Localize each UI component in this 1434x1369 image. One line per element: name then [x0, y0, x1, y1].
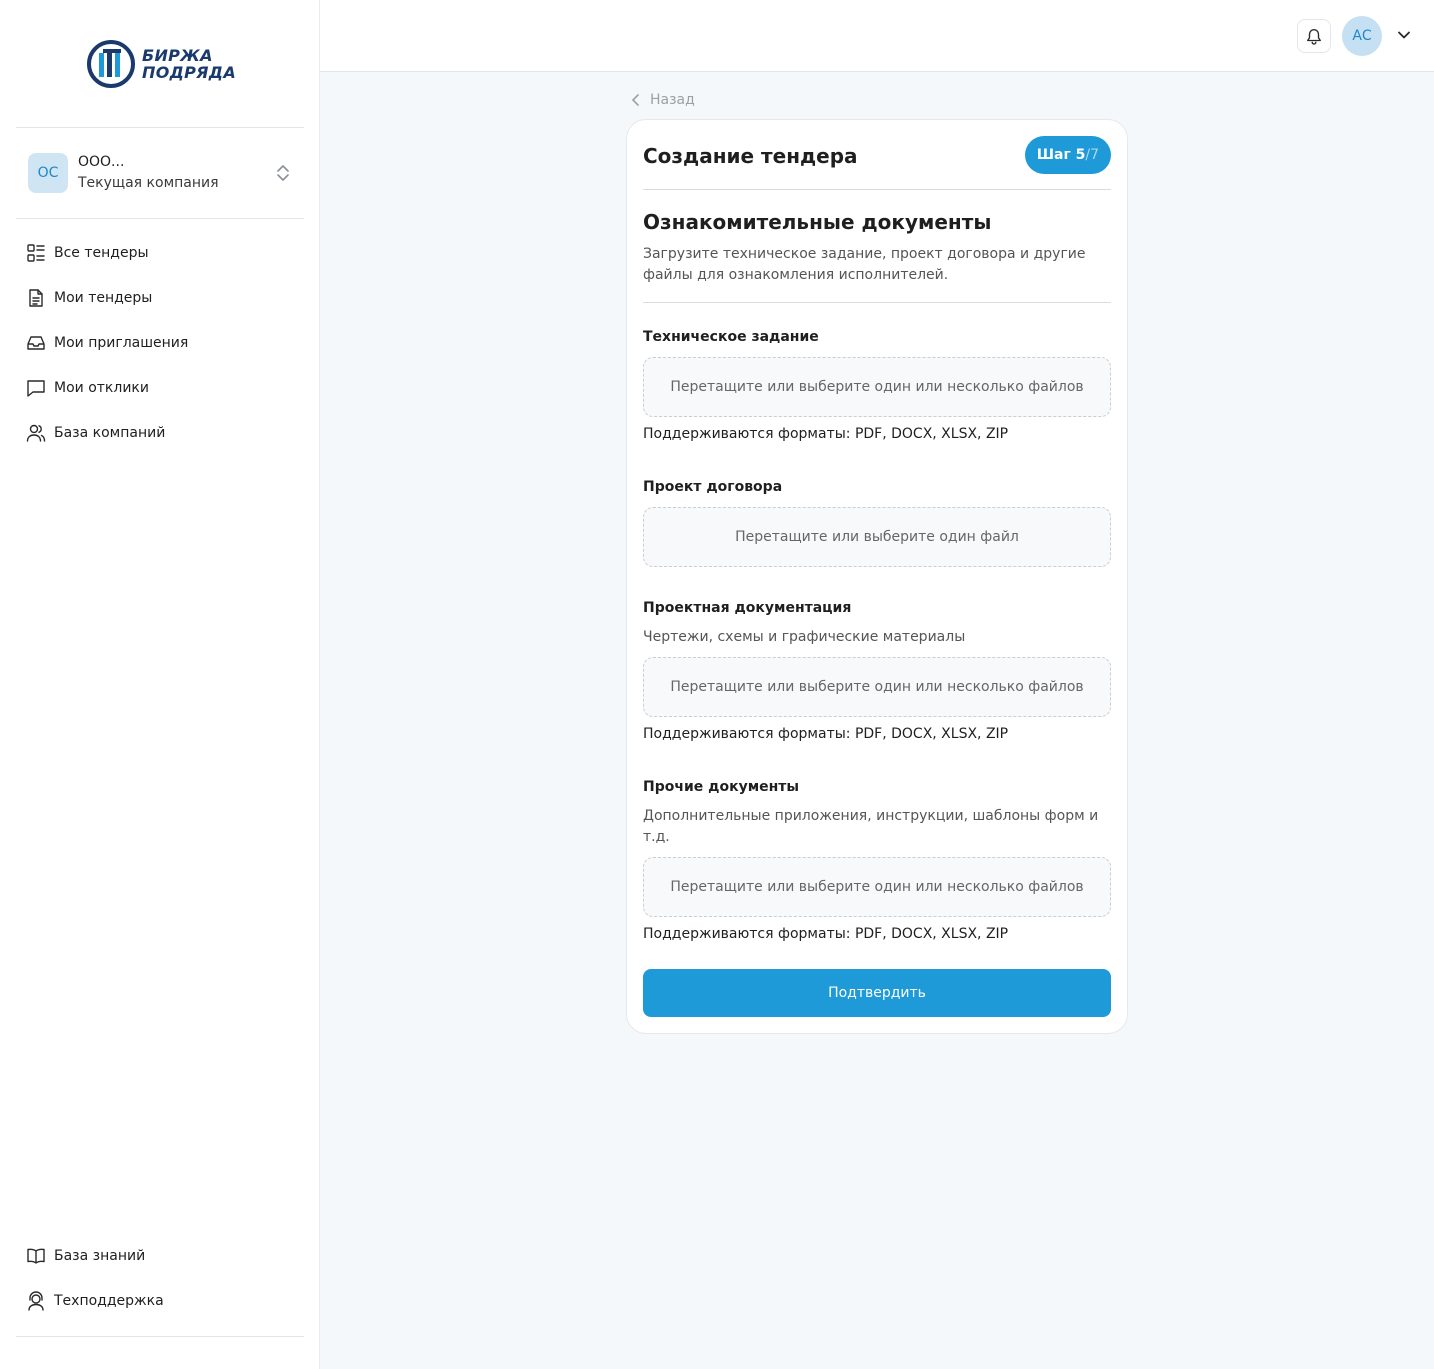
formats-note: Поддерживаются форматы: PDF, DOCX, XLSX,…	[643, 926, 1009, 942]
back-link[interactable]: Назад	[630, 92, 695, 108]
dropzone-contract-draft[interactable]: Перетащите или выберите один файл	[643, 507, 1111, 567]
sidebar-item-label: Все тендеры	[54, 244, 149, 261]
sidebar-item-all-tenders[interactable]: Все тендеры	[16, 230, 304, 275]
field-hint-project-docs: Чертежи, схемы и графические материалы	[643, 629, 966, 645]
book-icon	[27, 1248, 45, 1264]
section-description: Загрузите техническое задание, проект до…	[643, 246, 1086, 283]
tender-form-card: Создание тендера Шаг 5/7 Ознакомительные…	[626, 119, 1128, 1034]
back-label: Назад	[650, 92, 695, 108]
sidebar-nav: Все тендеры Мои тендеры Мои приглашения …	[16, 230, 304, 455]
sidebar-item-my-responses[interactable]: Мои отклики	[16, 365, 304, 410]
formats-note: Поддерживаются форматы: PDF, DOCX, XLSX,…	[643, 426, 1009, 442]
formats-note: Поддерживаются форматы: PDF, DOCX, XLSX,…	[643, 726, 1009, 742]
sidebar-item-label: Мои тендеры	[54, 289, 153, 306]
card-divider	[643, 302, 1111, 303]
company-subtitle: Текущая компания	[78, 175, 219, 191]
sidebar-item-label: Техподдержка	[54, 1292, 164, 1309]
card-divider	[643, 189, 1111, 190]
chevron-left-icon	[632, 94, 639, 106]
field-label-other-docs: Прочие документы	[643, 779, 800, 795]
sidebar-item-companies[interactable]: База компаний	[16, 410, 304, 455]
field-hint-other-docs: Дополнительные приложения, инструкции, ш…	[643, 808, 1099, 845]
sidebar-bottom-nav: База знаний Техподдержка	[16, 1233, 304, 1323]
chevron-up-down-icon	[277, 165, 289, 181]
sidebar-divider	[16, 127, 304, 128]
document-icon	[29, 288, 43, 307]
sidebar-item-label: Мои отклики	[54, 379, 149, 396]
logo-text: БИРЖА ПОДРЯДА	[142, 47, 236, 81]
sidebar-item-label: Мои приглашения	[54, 334, 189, 351]
sidebar-item-support[interactable]: Техподдержка	[16, 1278, 304, 1323]
step-current: Шаг 5	[1036, 147, 1086, 163]
sidebar-divider	[16, 218, 304, 219]
dropzone-other-docs[interactable]: Перетащите или выберите один или несколь…	[643, 857, 1111, 917]
field-label-project-docs: Проектная документация	[643, 600, 852, 616]
section-title: Ознакомительные документы	[643, 210, 992, 234]
user-avatar[interactable]: АС	[1342, 16, 1382, 56]
step-badge: Шаг 5/7	[1024, 136, 1111, 174]
company-name: ООО...	[78, 154, 125, 170]
sidebar-item-my-tenders[interactable]: Мои тендеры	[16, 275, 304, 320]
sidebar-item-label: База компаний	[54, 424, 166, 441]
logo-line-2: ПОДРЯДА	[142, 63, 237, 82]
chevron-down-icon[interactable]	[1396, 27, 1412, 43]
logo-line-1: БИРЖА	[142, 46, 213, 65]
sidebar-item-label: База знаний	[54, 1247, 146, 1264]
support-icon	[28, 1290, 44, 1311]
page-title: Создание тендера	[643, 144, 858, 168]
notifications-button[interactable]	[1297, 19, 1331, 53]
confirm-button[interactable]: Подтвердить	[643, 969, 1111, 1017]
field-label-technical-spec: Техническое задание	[643, 329, 819, 345]
step-total: /7	[1085, 147, 1099, 163]
field-label-contract-draft: Проект договора	[643, 479, 783, 495]
list-icon	[27, 243, 45, 262]
company-avatar: ОС	[28, 153, 68, 193]
dropzone-project-docs[interactable]: Перетащите или выберите один или несколь…	[643, 657, 1111, 717]
sidebar: БИРЖА ПОДРЯДА ОС ООО... Текущая компания…	[0, 0, 320, 1369]
logo[interactable]: БИРЖА ПОДРЯДА	[86, 39, 236, 89]
chat-icon	[27, 379, 45, 397]
company-switcher[interactable]: ОС ООО... Текущая компания	[16, 140, 304, 206]
users-icon	[26, 424, 46, 442]
logo-icon	[87, 40, 135, 88]
sidebar-item-knowledge-base[interactable]: База знаний	[16, 1233, 304, 1278]
inbox-icon	[27, 335, 45, 350]
bell-icon	[1307, 29, 1321, 45]
sidebar-divider	[16, 1336, 304, 1337]
sidebar-item-my-invitations[interactable]: Мои приглашения	[16, 320, 304, 365]
dropzone-technical-spec[interactable]: Перетащите или выберите один или несколь…	[643, 357, 1111, 417]
top-header: АС	[320, 0, 1434, 72]
